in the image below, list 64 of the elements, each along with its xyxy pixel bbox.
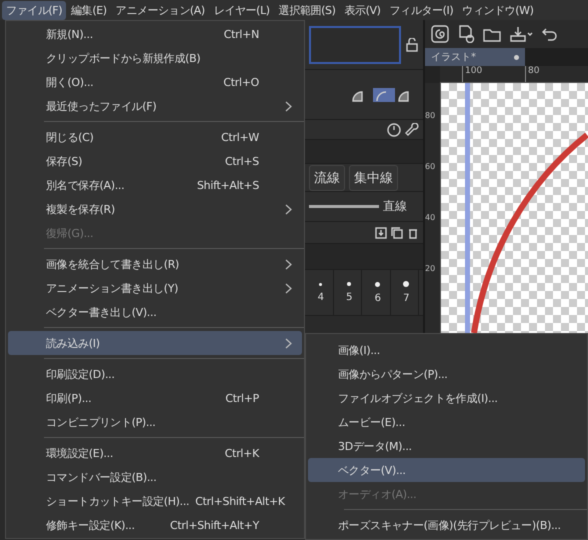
menu-bar-item[interactable]: アニメーション(A): [112, 0, 209, 20]
menu-item[interactable]: 別名で保存(A)... Shift+Alt+S: [8, 173, 302, 197]
menu-bar-item[interactable]: ファイル(F): [2, 0, 66, 20]
menu-item[interactable]: クリップボードから新規作成(B): [8, 46, 302, 70]
menu-item[interactable]: 3Dデータ(M)...: [308, 434, 585, 458]
line-stroke-icon: [309, 204, 379, 208]
timer-icon[interactable]: [387, 122, 401, 136]
lock-icon[interactable]: [405, 38, 419, 52]
menu-item[interactable]: 保存(S) Ctrl+S: [8, 149, 302, 173]
menu-item[interactable]: ムービー(E)...: [308, 410, 585, 434]
menu-bar-item[interactable]: ウィンドウ(W): [458, 0, 538, 20]
menu-bar-item[interactable]: 選択範囲(S): [274, 0, 340, 20]
brush-size-dot-icon: [319, 282, 322, 286]
ruler-label: 80: [425, 111, 436, 120]
brush-size-label[interactable]: 7: [403, 293, 410, 304]
brush-size-label[interactable]: 5: [346, 292, 352, 303]
brush-size-label[interactable]: 6: [374, 292, 381, 304]
menu-item[interactable]: ファイルオブジェクトを作成(I)...: [308, 386, 585, 410]
menu-item[interactable]: 画像(I)...: [308, 338, 585, 362]
menu-item[interactable]: 最近使ったファイル(F): [8, 94, 302, 118]
menu-item[interactable]: 印刷(P)... Ctrl+P: [8, 386, 302, 410]
brush-size-label[interactable]: 4: [318, 292, 324, 302]
ruler-label: 100: [462, 66, 525, 82]
menu-bar-item[interactable]: 編集(E): [67, 0, 111, 20]
line-label: 直線: [383, 198, 407, 215]
menu-item[interactable]: アニメーション書き出し(Y): [8, 276, 302, 300]
brush-size-dot-icon: [375, 282, 380, 286]
import-icon[interactable]: [375, 226, 387, 238]
ruler-label: 40: [425, 213, 436, 222]
menu-item[interactable]: ベクター(V)...: [308, 458, 585, 482]
ruler-label: 20: [425, 264, 436, 273]
menu-item[interactable]: ポーズスキャナー(画像)(先行プレビュー)(B)...: [308, 513, 585, 537]
unsaved-dot-icon: [514, 54, 519, 60]
menu-item[interactable]: 読み込み(I): [8, 331, 302, 355]
menu-item[interactable]: ショートカットキー設定(H)... Ctrl+Shift+Alt+K: [8, 489, 302, 513]
menu-item[interactable]: 印刷設定(D)...: [8, 362, 302, 386]
menu-bar-item[interactable]: フィルター(I): [386, 0, 458, 20]
ruler-label: 60: [425, 162, 436, 171]
menu-bar-item[interactable]: 表示(V): [340, 0, 385, 20]
effect-button[interactable]: 集中線: [349, 164, 398, 190]
menu-item[interactable]: 修飾キー設定(K)... Ctrl+Shift+Alt+Y: [8, 513, 302, 537]
document-tab[interactable]: イラスト*: [425, 48, 525, 66]
brush-size-dot-icon: [347, 282, 352, 286]
menu-item[interactable]: 複製を保存(R): [8, 197, 302, 221]
download-icon[interactable]: [509, 25, 533, 43]
menu-item[interactable]: 閉じる(C) Ctrl+W: [8, 125, 302, 149]
effect-button[interactable]: 流線: [309, 164, 345, 190]
menu-item[interactable]: 開く(O)... Ctrl+O: [8, 70, 302, 94]
menu-item[interactable]: コンビニプリント(P)...: [8, 410, 302, 434]
name-field[interactable]: [309, 26, 401, 64]
menu-item[interactable]: 新規(N)... Ctrl+N: [8, 22, 302, 46]
spiral-logo-icon[interactable]: [431, 25, 449, 43]
menu-item[interactable]: 画像を統合して書き出し(R): [8, 252, 302, 276]
menu-item[interactable]: 環境設定(E)... Ctrl+K: [8, 441, 302, 465]
new-page-icon[interactable]: [457, 25, 475, 43]
menu-bar-item[interactable]: レイヤー(L): [210, 0, 274, 20]
menu-item[interactable]: ベクター書き出し(V)...: [8, 300, 302, 324]
wrench-icon[interactable]: [405, 122, 419, 136]
trash-icon[interactable]: [407, 226, 419, 238]
ruler-label: 80: [525, 66, 588, 82]
brush-size-dot-icon: [403, 281, 410, 287]
menu-item[interactable]: コマンドバー設定(B)...: [8, 465, 302, 489]
menu-item[interactable]: 画像からパターン(P)...: [308, 362, 585, 386]
duplicate-icon[interactable]: [391, 226, 403, 238]
